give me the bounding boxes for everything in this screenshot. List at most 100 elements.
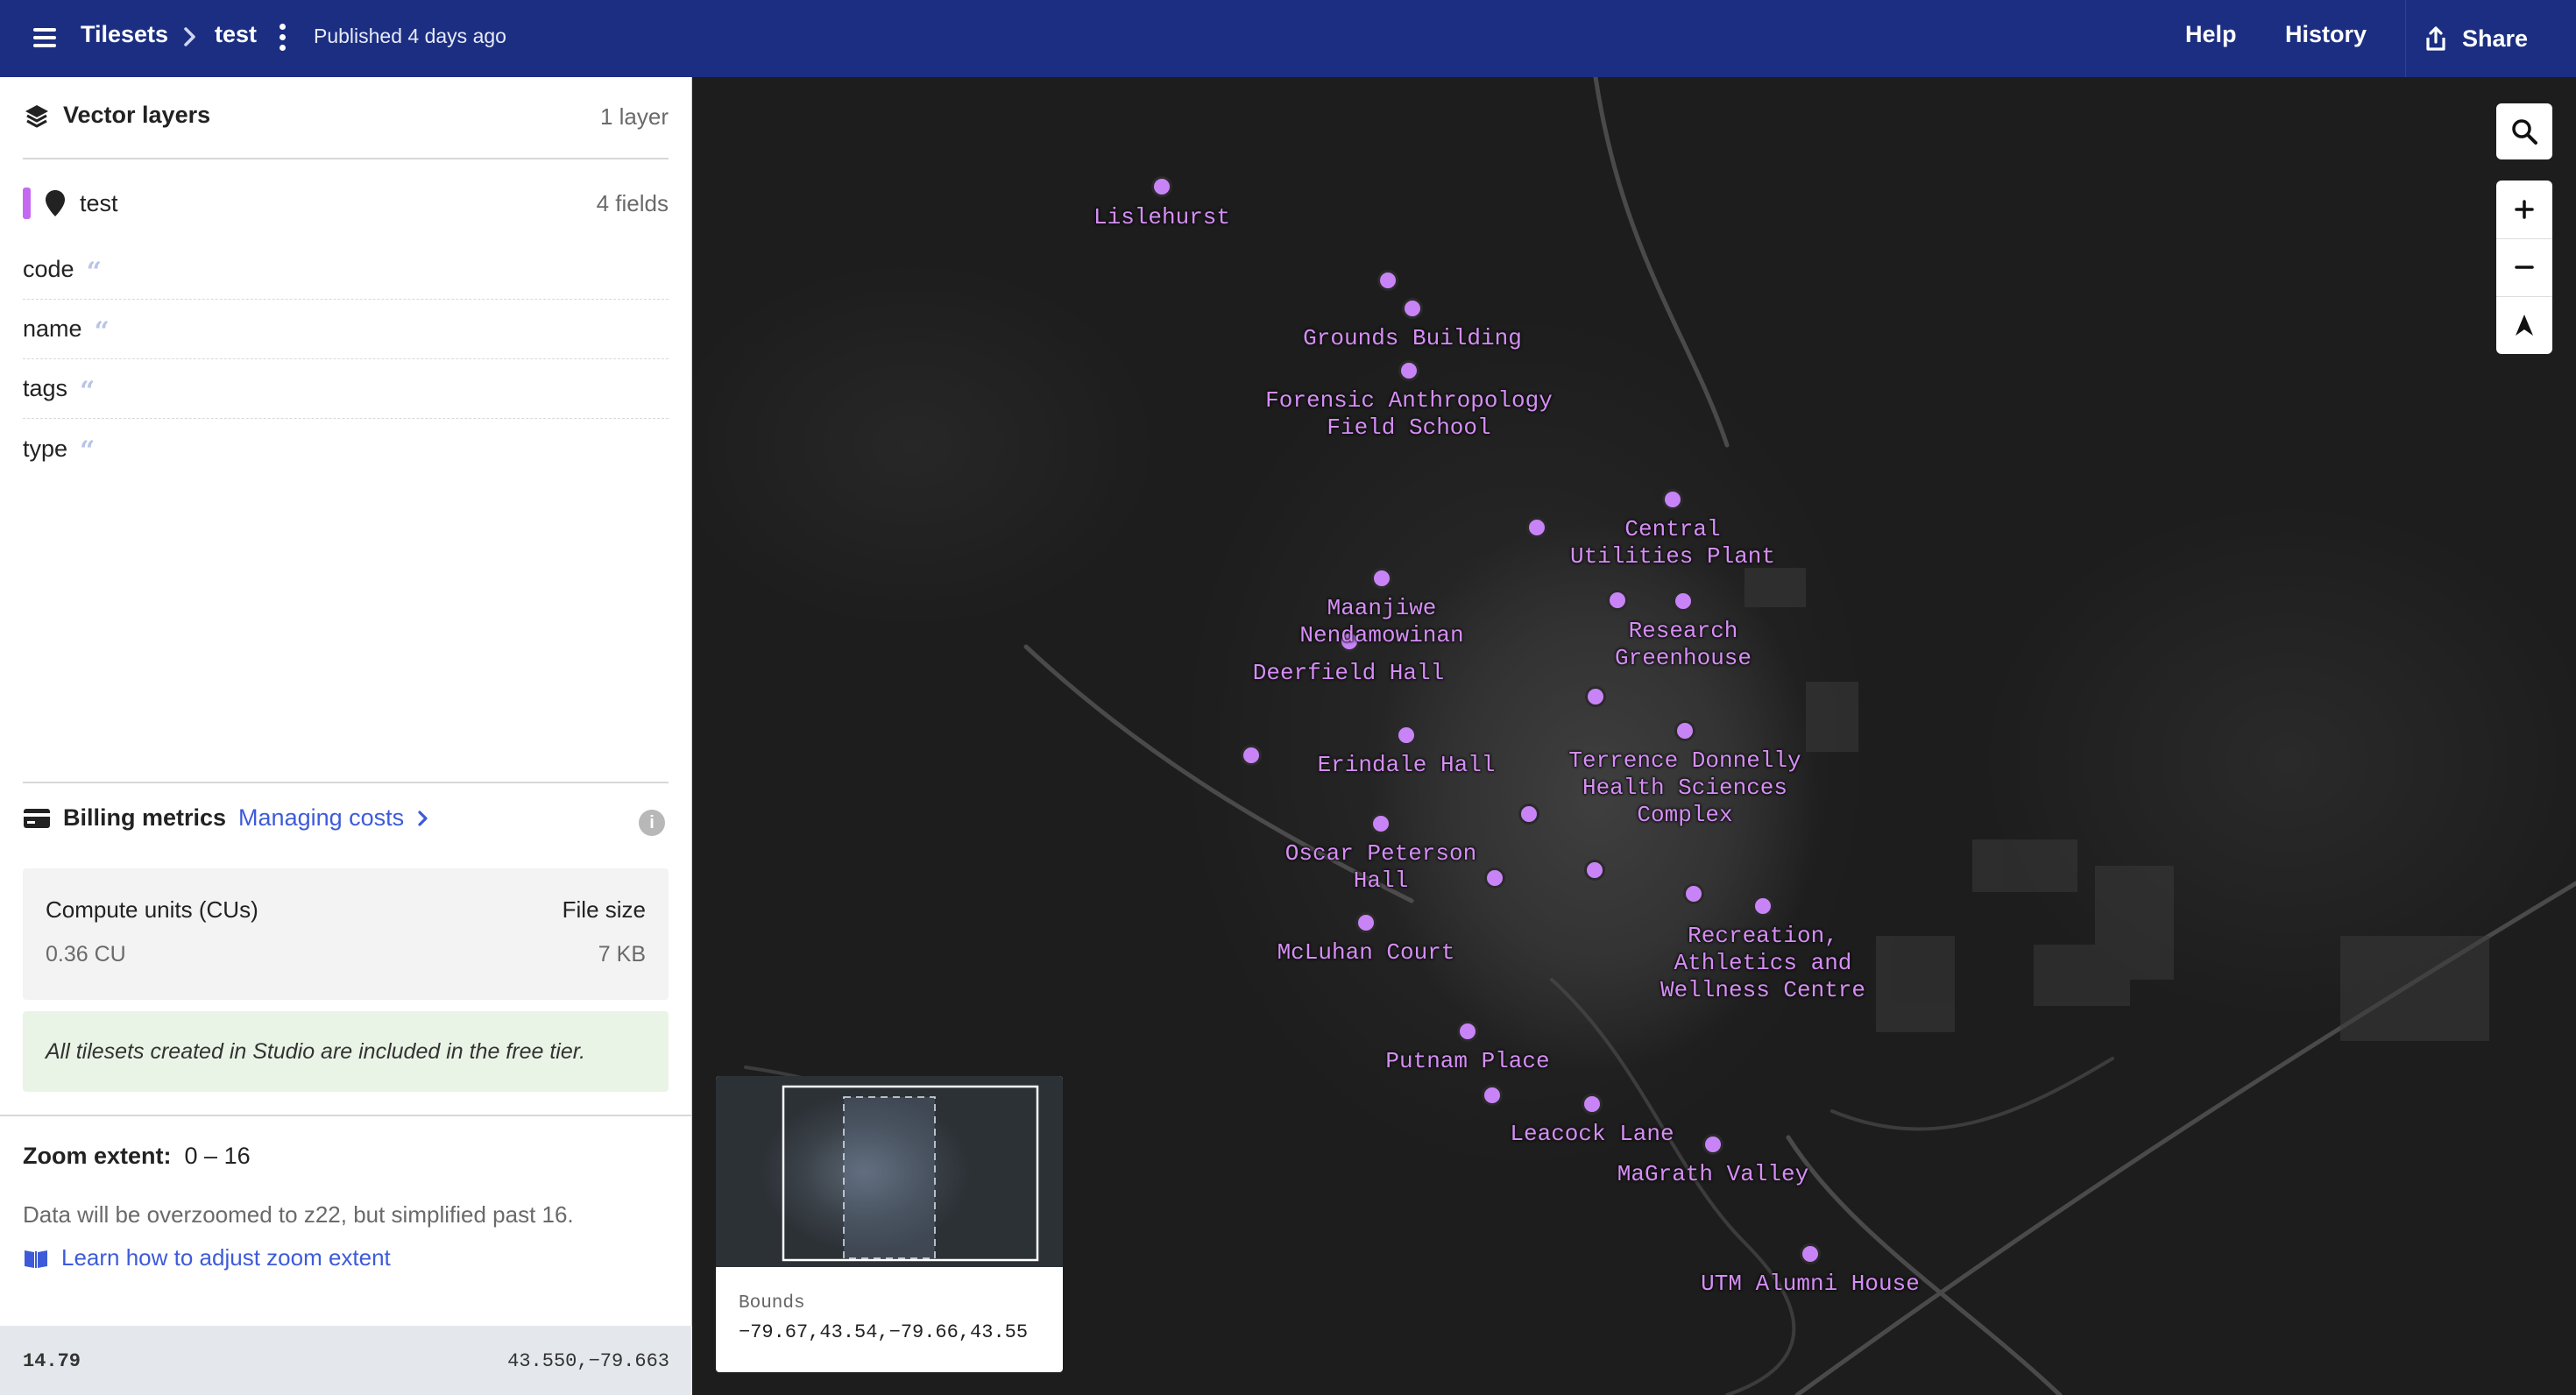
bounds-minimap[interactable]: Bounds −79.67,43.54,−79.66,43.55 [716, 1076, 1063, 1372]
poi-marker[interactable] [1526, 517, 1547, 538]
poi-marker[interactable] [1582, 1094, 1603, 1115]
poi-marker[interactable] [1482, 1085, 1503, 1106]
zoom-extent: Zoom extent: 0 – 16 [23, 1143, 251, 1170]
status-bar: 14.79 43.550,−79.663 [0, 1326, 692, 1395]
poi-label: Central Utilities Plant [1569, 516, 1776, 570]
poi-marker[interactable] [1241, 745, 1262, 766]
poi-marker[interactable] [1607, 590, 1628, 611]
quote-icon: “ [80, 435, 96, 466]
billing-metrics-header: Billing metrics Managing costs [23, 804, 430, 832]
file-size-value: 7 KB [598, 942, 646, 967]
zoom-extent-range: 0 – 16 [184, 1143, 251, 1169]
book-icon [25, 1250, 47, 1268]
poi-marker[interactable] [1518, 804, 1539, 825]
minus-icon [2515, 266, 2534, 269]
vector-layers-header: Vector layers [23, 102, 210, 129]
poi-marker[interactable] [1371, 568, 1392, 589]
compute-units-label: Compute units (CUs) [46, 896, 258, 923]
divider [23, 782, 669, 783]
bounds-label: Bounds [739, 1293, 805, 1314]
poi-marker[interactable] [1662, 489, 1683, 510]
poi-label: Maanjiwe Nendamowinan [1299, 595, 1464, 648]
zoom-extent-label: Zoom extent: [23, 1143, 172, 1169]
share-button[interactable]: Share [2405, 0, 2576, 77]
compass-button[interactable] [2496, 296, 2552, 354]
help-link[interactable]: Help [2185, 21, 2237, 48]
share-icon [2426, 26, 2445, 51]
search-button[interactable] [2496, 103, 2552, 159]
poi-marker[interactable] [1683, 883, 1704, 904]
poi-marker[interactable] [1674, 720, 1695, 741]
poi-marker[interactable] [1355, 912, 1376, 933]
managing-costs-link[interactable]: Managing costs [238, 804, 404, 832]
quote-icon: “ [86, 256, 102, 287]
history-link[interactable]: History [2285, 21, 2367, 48]
poi-marker[interactable] [1151, 176, 1172, 197]
map-canvas[interactable]: Lislehurst Grounds Building Forensic Ant… [693, 77, 2576, 1395]
compute-units-value: 0.36 CU [46, 942, 126, 967]
poi-marker[interactable] [1752, 896, 1773, 917]
quote-icon: “ [94, 315, 110, 347]
cursor-coordinates: 43.550,−79.663 [507, 1350, 669, 1372]
file-size-label: File size [562, 896, 646, 923]
poi-marker[interactable] [1673, 591, 1694, 612]
minimap-image [716, 1076, 1063, 1267]
poi-label: Research Greenhouse [1614, 618, 1752, 671]
top-bar: Tilesets test Published 4 days ago Help … [0, 0, 2576, 77]
zoom-out-button[interactable] [2496, 238, 2552, 296]
layer-color-swatch [23, 188, 31, 219]
published-status: Published 4 days ago [314, 25, 506, 47]
poi-label: Lislehurst [1093, 204, 1231, 230]
chevron-right-icon[interactable] [416, 807, 430, 830]
compass-icon [2516, 315, 2533, 336]
field-row[interactable]: code “ [23, 240, 669, 300]
field-name: type [23, 435, 68, 462]
layers-count: 1 layer [599, 103, 669, 130]
layer-row-test[interactable]: test 4 fields [23, 186, 669, 221]
poi-label: MaGrath Valley [1617, 1161, 1809, 1187]
adjust-zoom-link[interactable]: Learn how to adjust zoom extent [23, 1244, 391, 1271]
info-icon[interactable]: i [639, 810, 665, 836]
field-name: name [23, 315, 82, 342]
menu-icon[interactable] [32, 24, 60, 52]
breadcrumb-current[interactable]: test [215, 21, 257, 48]
poi-marker[interactable] [1585, 686, 1606, 707]
free-tier-note: All tilesets created in Studio are inclu… [23, 1011, 669, 1092]
poi-marker[interactable] [1402, 298, 1423, 319]
field-name: tags [23, 375, 68, 401]
poi-label: Forensic Anthropology Field School [1265, 387, 1553, 441]
more-options-icon[interactable] [275, 23, 289, 53]
poi-label: Recreation, Athletics and Wellness Centr… [1660, 923, 1866, 1003]
minimap-frame [782, 1085, 1039, 1262]
field-row[interactable]: type “ [23, 419, 669, 478]
zoom-level: 14.79 [23, 1350, 81, 1372]
poi-marker[interactable] [1370, 813, 1391, 834]
layers-icon [25, 104, 48, 127]
poi-label: Leacock Lane [1510, 1121, 1674, 1147]
adjust-zoom-label: Learn how to adjust zoom extent [61, 1244, 391, 1271]
poi-marker[interactable] [1800, 1243, 1821, 1264]
vector-layers-title: Vector layers [63, 102, 211, 128]
poi-marker[interactable] [1457, 1021, 1478, 1042]
metrics-box: Compute units (CUs) File size 0.36 CU 7 … [23, 868, 669, 1000]
poi-marker[interactable] [1396, 725, 1417, 746]
poi-label: Putnam Place [1385, 1048, 1550, 1074]
poi-label: Oscar Peterson Hall [1284, 840, 1477, 894]
sidebar: Vector layers 1 layer test 4 fields code… [0, 77, 692, 1395]
field-row[interactable]: name “ [23, 300, 669, 359]
zoom-in-button[interactable] [2496, 181, 2552, 238]
poi-label: Grounds Building [1303, 325, 1522, 351]
breadcrumb-tilesets[interactable]: Tilesets [81, 21, 168, 48]
poi-marker[interactable] [1377, 270, 1398, 291]
field-row[interactable]: tags “ [23, 359, 669, 419]
plus-icon [2515, 200, 2534, 219]
poi-marker[interactable] [1702, 1134, 1723, 1155]
quote-icon: “ [80, 375, 96, 407]
poi-label: McLuhan Court [1277, 939, 1455, 966]
poi-marker[interactable] [1398, 360, 1419, 381]
poi-marker[interactable] [1484, 867, 1505, 889]
chevron-right-icon [184, 27, 195, 46]
billing-title: Billing metrics [63, 804, 227, 831]
field-name: code [23, 256, 74, 282]
poi-marker[interactable] [1584, 860, 1605, 881]
